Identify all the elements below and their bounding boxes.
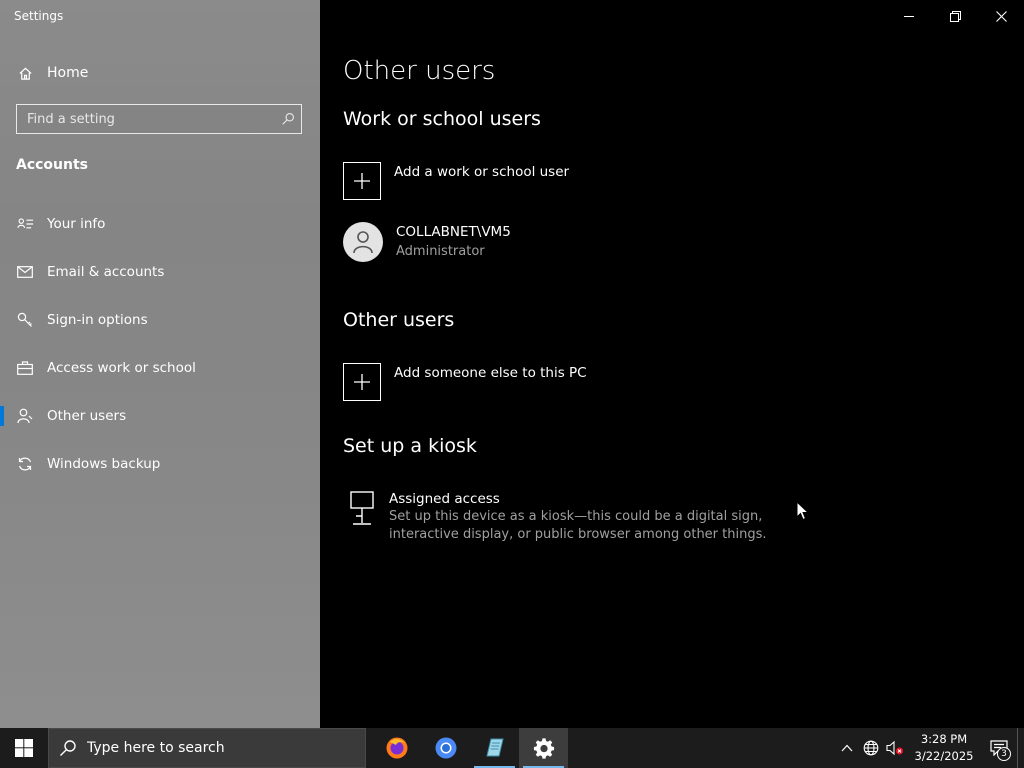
minimize-button[interactable]: [886, 0, 932, 32]
mouse-cursor-icon: [796, 501, 810, 521]
taskbar-apps: [372, 728, 568, 768]
user-account-collabnet-vm5[interactable]: COLLABNET\VM5 Administrator: [343, 222, 511, 262]
plus-icon: [343, 363, 381, 401]
briefcase-icon: [16, 361, 34, 375]
clock-date: 3/22/2025: [914, 749, 974, 763]
network-button[interactable]: [859, 728, 883, 768]
main-content: Other users Work or school users Add a w…: [320, 0, 1024, 728]
gear-icon: [533, 738, 554, 759]
action-center-button[interactable]: 3: [981, 728, 1017, 768]
nav-item-sign-in-options[interactable]: Sign-in options: [0, 296, 320, 344]
nav-item-email-accounts[interactable]: Email & accounts: [0, 248, 320, 296]
chevron-up-icon: [841, 744, 853, 752]
kiosk-heading: Set up a kiosk: [343, 435, 477, 457]
show-hidden-icons-button[interactable]: [835, 728, 859, 768]
assigned-access-desc-line1: Set up this device as a kiosk—this could…: [389, 509, 763, 524]
section-title: Accounts: [16, 157, 89, 173]
window-controls: [886, 0, 1024, 32]
add-work-school-user-button[interactable]: Add a work or school user: [343, 162, 569, 200]
assigned-access-button[interactable]: Assigned access Set up this device as a …: [343, 490, 767, 544]
clock-time: 3:28 PM: [920, 732, 968, 746]
assigned-access-desc-line2: interactive display, or public browser a…: [389, 527, 767, 542]
restore-icon: [949, 10, 961, 22]
search-icon: [59, 739, 77, 757]
nav-item-label: Your info: [47, 216, 106, 232]
contact-card-icon: [16, 217, 34, 231]
taskbar-settings[interactable]: [519, 728, 568, 768]
app-title: Settings: [14, 9, 64, 23]
taskbar-search-input[interactable]: [85, 739, 339, 757]
find-setting-input[interactable]: [17, 110, 275, 128]
show-desktop-button[interactable]: [1017, 728, 1024, 768]
minimize-icon: [904, 16, 914, 17]
nav-item-label: Access work or school: [47, 360, 196, 376]
restore-button[interactable]: [932, 0, 978, 32]
nav-item-label: Email & accounts: [47, 264, 165, 280]
notepad-icon: [485, 738, 504, 757]
assigned-access-title: Assigned access: [389, 491, 500, 507]
notification-count-badge: 3: [997, 747, 1011, 761]
user-avatar-icon: [343, 222, 383, 262]
nav-item-your-info[interactable]: Your info: [0, 200, 320, 248]
close-icon: [995, 10, 1007, 22]
add-someone-else-label: Add someone else to this PC: [394, 365, 587, 381]
other-users-heading: Other users: [343, 309, 455, 331]
home-nav-item[interactable]: Home: [16, 62, 88, 84]
close-button[interactable]: [978, 0, 1024, 32]
home-icon: [16, 66, 34, 81]
page-title: Other users: [343, 56, 496, 86]
find-setting-box[interactable]: [16, 104, 302, 134]
globe-icon: [863, 740, 879, 756]
nav-item-other-users[interactable]: Other users: [0, 392, 320, 440]
settings-sidebar: Settings Home Accounts Your info: [0, 0, 320, 728]
nav-item-label: Sign-in options: [47, 312, 148, 328]
accounts-nav: Your info Email & accounts Sign-in optio…: [0, 200, 320, 488]
sync-icon: [16, 456, 34, 472]
user-role: Administrator: [396, 244, 485, 259]
windows-logo-icon: [15, 739, 33, 757]
taskbar-chrome[interactable]: [421, 728, 470, 768]
kiosk-icon: [343, 490, 381, 526]
nav-item-label: Windows backup: [47, 456, 161, 472]
taskbar-search-box[interactable]: [48, 728, 366, 768]
nav-item-access-work-school[interactable]: Access work or school: [0, 344, 320, 392]
add-someone-else-button[interactable]: Add someone else to this PC: [343, 363, 587, 401]
person-icon: [16, 408, 34, 424]
work-school-heading: Work or school users: [343, 108, 541, 130]
volume-muted-icon: [886, 740, 904, 756]
user-name: COLLABNET\VM5: [396, 224, 511, 240]
add-work-school-user-label: Add a work or school user: [394, 164, 570, 180]
search-icon[interactable]: [275, 112, 301, 126]
home-label: Home: [47, 65, 89, 81]
system-tray: 3:28 PM 3/22/2025 3: [835, 728, 1024, 768]
taskbar-clock[interactable]: 3:28 PM 3/22/2025: [909, 731, 979, 765]
taskbar: 3:28 PM 3/22/2025 3: [0, 728, 1024, 768]
nav-item-label: Other users: [47, 408, 127, 424]
chrome-icon: [435, 737, 456, 759]
start-button[interactable]: [0, 728, 48, 768]
taskbar-firefox[interactable]: [372, 728, 421, 768]
firefox-icon: [386, 737, 407, 759]
taskbar-notepad[interactable]: [470, 728, 519, 768]
mail-icon: [16, 266, 34, 278]
plus-icon: [343, 162, 381, 200]
volume-button[interactable]: [883, 728, 907, 768]
nav-item-windows-backup[interactable]: Windows backup: [0, 440, 320, 488]
key-icon: [16, 312, 34, 328]
